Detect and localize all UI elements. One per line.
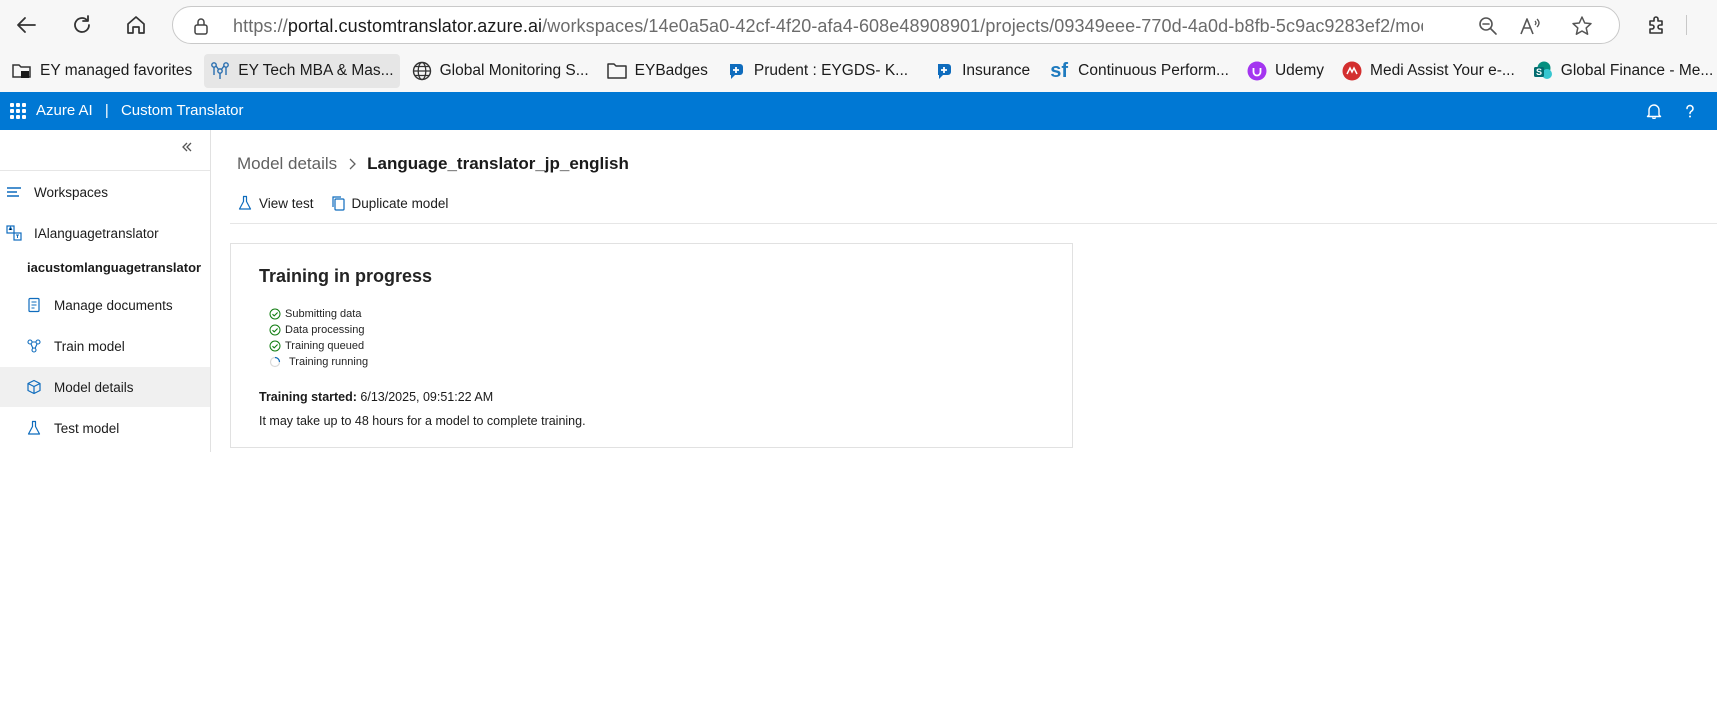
network-icon [210,61,230,81]
svg-text:S: S [1536,67,1542,77]
chevron-right-icon [347,157,357,171]
duplicate-model-button[interactable]: Duplicate model [330,195,448,211]
view-test-button[interactable]: View test [237,195,314,211]
folder-icon [606,61,627,81]
read-aloud-icon[interactable] [1519,15,1541,37]
browser-toolbar: https://portal.customtranslator.azure.ai… [0,0,1717,50]
zoom-icon[interactable] [1477,15,1499,37]
lock-icon[interactable] [193,17,209,35]
step-training-running: Training running [269,354,368,370]
train-model-icon [26,338,42,354]
home-icon [127,16,145,34]
puzzle-icon [1649,16,1663,34]
refresh-button[interactable] [66,9,98,41]
plus-chat-icon [934,61,954,81]
extensions-button[interactable] [1641,9,1673,41]
sf-icon: sf [1050,60,1069,82]
step-data-processing: Data processing [269,322,368,338]
favorite-udemy[interactable]: Udemy [1241,54,1330,88]
flask-icon [26,420,42,436]
training-duration-note: It may take up to 48 hours for a model t… [259,414,586,428]
home-button[interactable] [120,9,152,41]
step-training-queued: Training queued [269,338,368,354]
sidebar: Workspaces IAlanguagetranslator iacustom… [0,130,211,452]
breadcrumb: Model details Language_translator_jp_eng… [237,154,629,174]
flask-icon [237,195,253,211]
favorite-global-monitoring[interactable]: Global Monitoring S... [406,54,595,88]
breadcrumb-current: Language_translator_jp_english [367,154,629,173]
bell-icon [1646,104,1662,119]
sidebar-item-model-details[interactable]: Model details [0,367,210,407]
waffle-menu-icon[interactable] [10,103,26,119]
main-divider [230,223,1717,224]
globe-icon [412,61,432,81]
favorite-global-finance[interactable]: S Global Finance - Me... [1527,54,1717,88]
plus-chat-icon [726,61,746,81]
documents-icon [26,297,42,313]
app-title[interactable]: Azure AI | Custom Translator [36,102,244,119]
app-header: Azure AI | Custom Translator [0,92,1717,130]
toolbar-divider [1686,15,1687,35]
favorite-eybadges[interactable]: EYBadges [601,54,714,88]
cube-icon [26,379,42,395]
check-circle-icon [269,308,281,320]
command-bar: View test Duplicate model [237,195,464,211]
sidebar-divider [0,170,210,171]
favorite-prudent[interactable]: Prudent : EYGDS- K... [720,54,914,88]
training-status-card: Training in progress Submitting data Dat… [230,243,1073,448]
notifications-button[interactable] [1644,101,1664,121]
favorite-star-icon[interactable] [1571,15,1593,37]
url-text[interactable]: https://portal.customtranslator.azure.ai… [233,16,1423,37]
list-lines-icon [6,184,22,200]
sidebar-item-train-model[interactable]: Train model [0,326,210,366]
sidebar-item-manage-documents[interactable]: Manage documents [0,285,210,325]
udemy-icon [1247,61,1267,81]
medi-assist-icon [1342,61,1362,81]
breadcrumb-parent[interactable]: Model details [237,154,337,174]
step-submitting-data: Submitting data [269,306,368,322]
sidebar-item-workspaces[interactable]: Workspaces [0,172,210,212]
check-circle-icon [269,340,281,352]
favorites-bar: EY managed favorites EY Tech MBA & Mas..… [0,50,1717,92]
favorite-insurance[interactable]: Insurance [928,54,1036,88]
training-steps: Submitting data Data processing Training… [269,306,368,370]
double-chevron-left-icon [182,142,192,152]
card-title: Training in progress [259,266,433,286]
favorite-continuous-performance[interactable]: sf Continuous Perform... [1042,54,1235,88]
translator-icon [6,225,22,241]
refresh-icon [74,15,90,33]
training-started: Training started: 6/13/2025, 09:51:22 AM [259,390,494,404]
spinner-icon [269,356,281,368]
favorite-ey-tech-mba[interactable]: EY Tech MBA & Mas... [204,54,400,88]
copy-icon [330,195,346,211]
back-button[interactable] [10,9,42,41]
sidebar-item-test-model[interactable]: Test model [0,408,210,448]
sharepoint-icon: S [1533,61,1553,81]
help-icon [1686,104,1694,118]
workspace-name: iacustomlanguagetranslator [27,260,202,275]
sidebar-item-project[interactable]: IAlanguagetranslator [0,213,210,253]
back-arrow-icon [17,17,36,33]
address-bar[interactable]: https://portal.customtranslator.azure.ai… [172,6,1620,44]
collapse-sidebar-button[interactable] [180,140,198,158]
help-button[interactable] [1680,101,1700,121]
check-circle-icon [269,324,281,336]
favorite-ey-managed[interactable]: EY managed favorites [6,54,198,88]
briefcase-folder-icon [12,61,32,81]
favorite-medi-assist[interactable]: Medi Assist Your e-... [1336,54,1521,88]
